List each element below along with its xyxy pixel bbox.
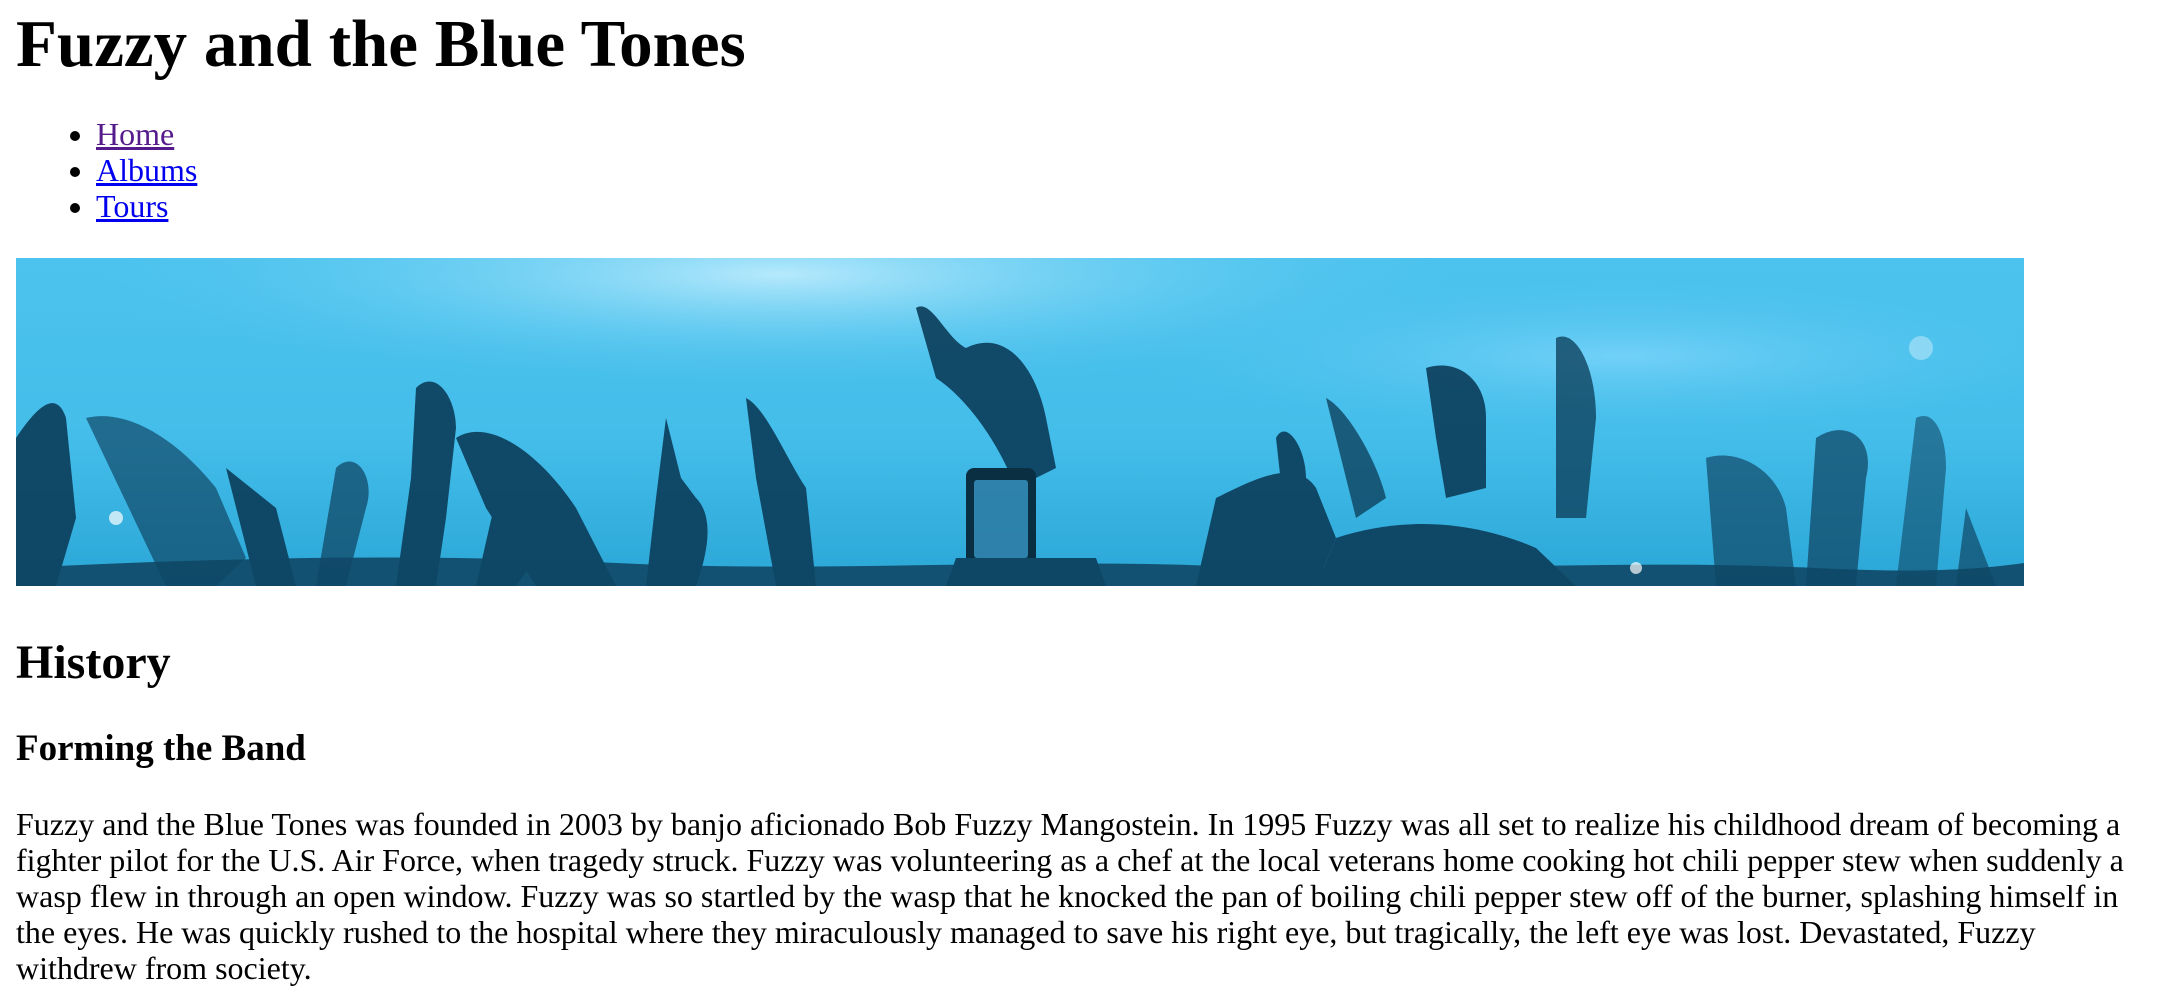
crowd-silhouette-graphic [16,258,2024,586]
site-title: Fuzzy and the Blue Tones [16,7,746,81]
nav-item-tours: Tours [96,188,2146,224]
nav-link-home[interactable]: Home [96,116,174,152]
nav-link-tours[interactable]: Tours [96,188,168,224]
history-paragraph: Fuzzy and the Blue Tones was founded in … [16,806,2124,986]
nav-item-albums: Albums [96,152,2146,188]
section-title-history: History [16,636,171,689]
nav-link-albums[interactable]: Albums [96,152,197,188]
page: Fuzzy and the Blue Tones Home Albums Tou… [16,0,2146,986]
nav-item-home: Home [96,116,2146,152]
concert-crowd-image [16,258,2024,586]
main-nav: Home Albums Tours [16,116,2146,224]
subsection-title-forming-band: Forming the Band [16,728,306,769]
